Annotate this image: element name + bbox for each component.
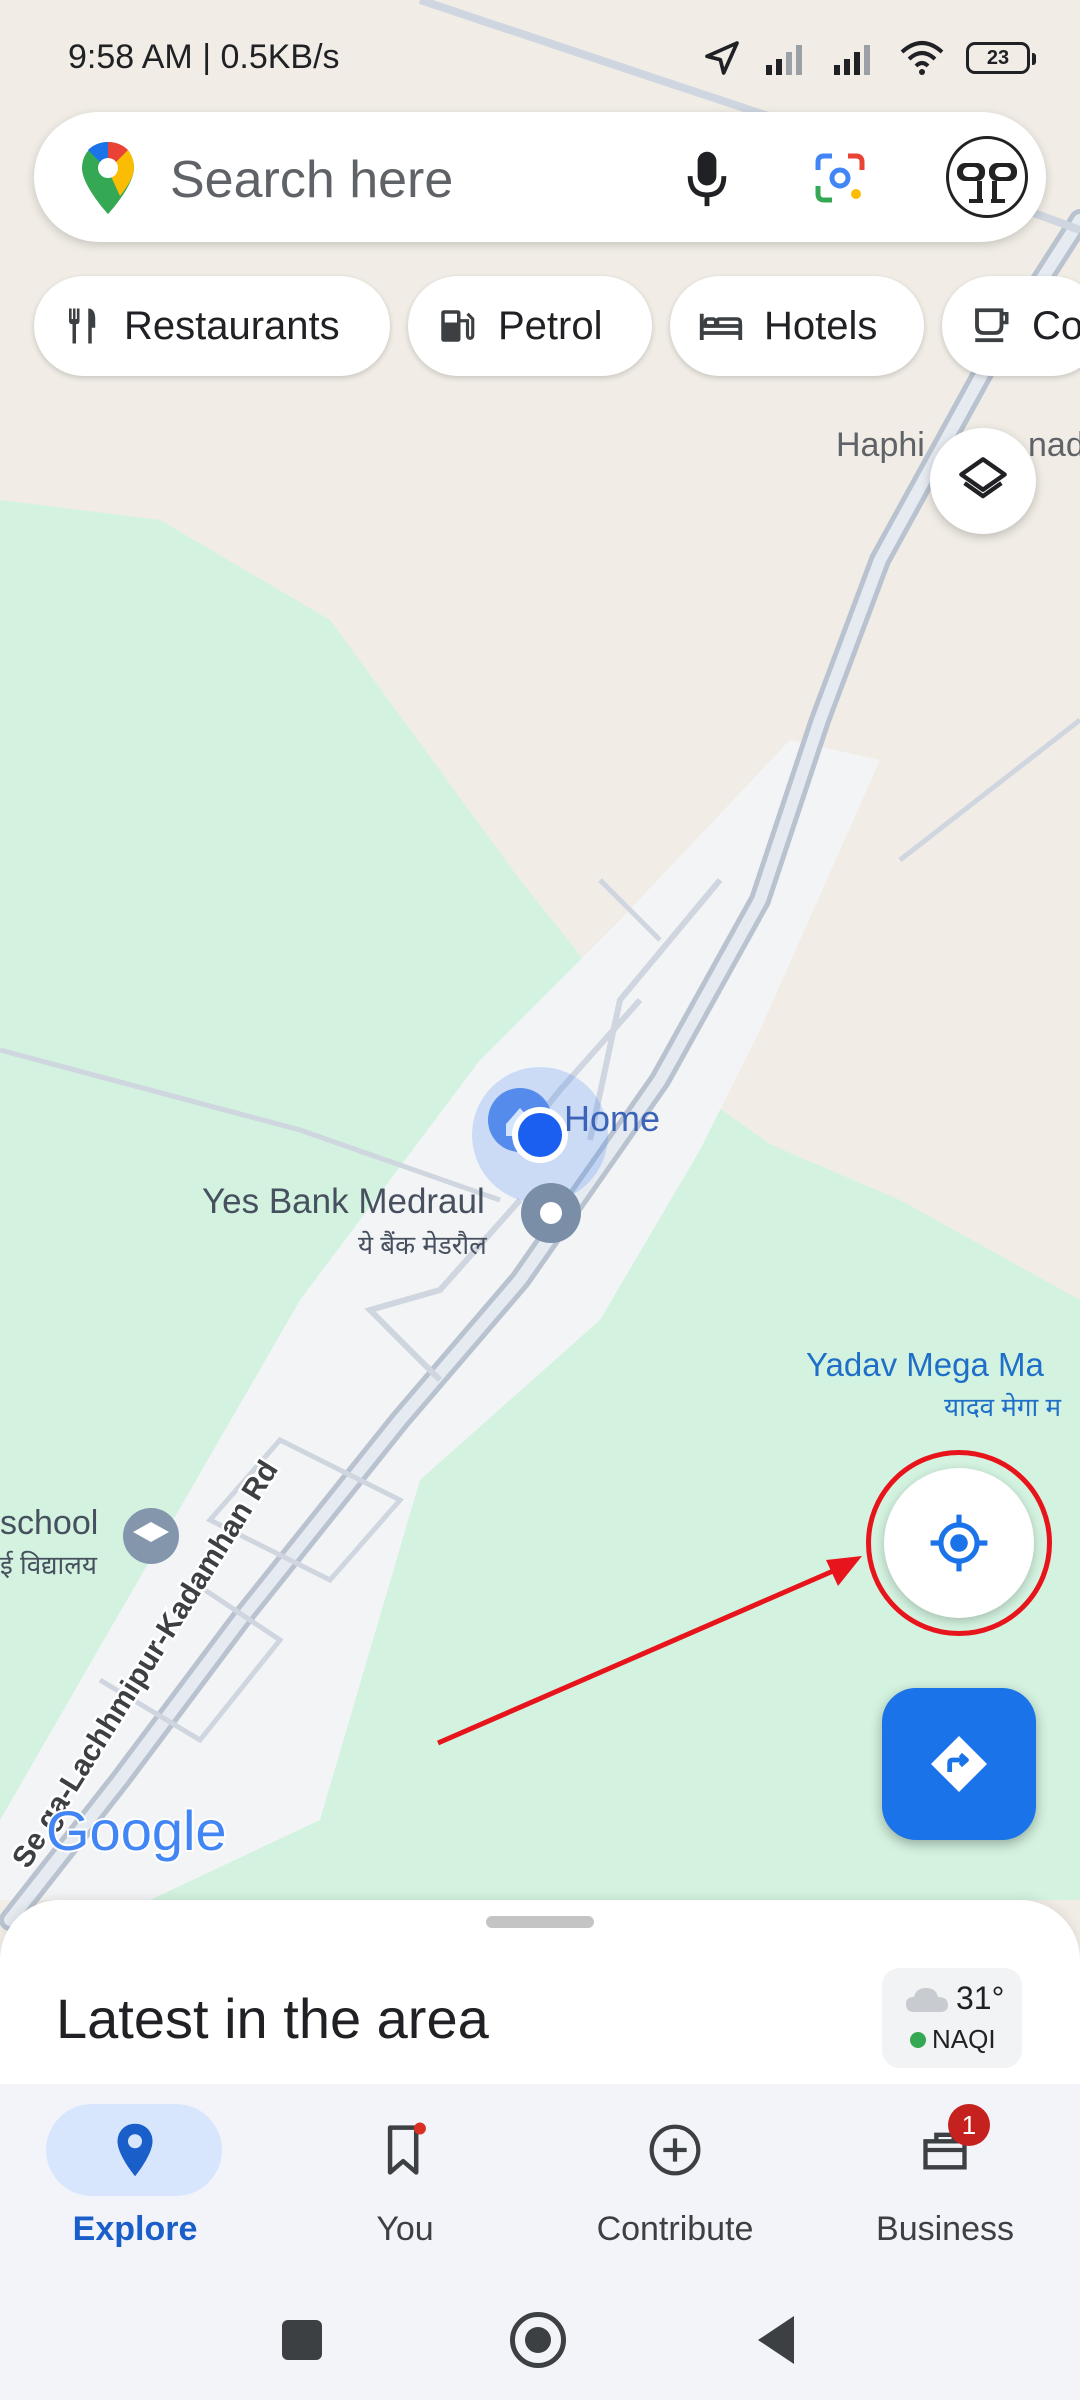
chip-hotels[interactable]: Hotels — [670, 276, 924, 376]
nav-label: Contribute — [596, 2210, 754, 2248]
home-button[interactable] — [510, 2312, 566, 2368]
layers-button[interactable] — [930, 428, 1036, 534]
nav-contribute[interactable]: Contribute — [540, 2084, 810, 2284]
nav-label: You — [376, 2210, 434, 2248]
map-label-school-hindi: ई विद्यालय — [0, 1550, 98, 1580]
nav-business[interactable]: 1 Business — [810, 2084, 1080, 2284]
map-label-bank[interactable]: Yes Bank Medraul — [202, 1182, 485, 1222]
chip-coffee[interactable]: Co — [942, 276, 1080, 376]
google-lens-icon[interactable] — [814, 152, 866, 204]
weather-chip[interactable]: 31° NAQI — [882, 1968, 1022, 2068]
directions-icon — [931, 1736, 987, 1792]
recents-button[interactable] — [282, 2320, 322, 2360]
back-button[interactable] — [754, 2314, 798, 2366]
search-bar[interactable]: Search here — [34, 112, 1046, 242]
chip-label: Restaurants — [124, 303, 340, 348]
crosshair-icon — [930, 1514, 988, 1572]
signal-icon-2 — [834, 45, 870, 75]
chip-petrol[interactable]: Petrol — [408, 276, 652, 376]
nav-explore[interactable]: Explore — [0, 2084, 270, 2284]
sheet-title: Latest in the area — [56, 1987, 489, 2050]
status-time: 9:58 AM | 0.5KB/s — [68, 38, 340, 76]
status-icons: 23 — [702, 36, 1036, 80]
fork-knife-icon — [69, 308, 96, 344]
profile-avatar[interactable] — [946, 136, 1028, 218]
gas-station-icon — [441, 310, 475, 342]
cloud-icon — [906, 1988, 948, 2012]
signal-icon — [766, 45, 802, 75]
sheet-drag-handle[interactable] — [486, 1916, 594, 1928]
bed-icon — [699, 313, 743, 340]
chip-restaurants[interactable]: Restaurants — [34, 276, 390, 376]
nav-label: Business — [876, 2210, 1014, 2248]
add-circle-icon — [649, 2124, 701, 2176]
directions-button[interactable] — [882, 1688, 1036, 1840]
map-label-home[interactable]: Home — [564, 1098, 660, 1140]
notification-badge: 1 — [948, 2104, 990, 2146]
system-navigation-bar — [0, 2284, 1080, 2400]
google-logo: Google — [46, 1799, 227, 1862]
location-arrow-icon — [705, 41, 739, 75]
bottom-navigation: Explore You Contribute 1 Business — [0, 2084, 1080, 2284]
search-input[interactable]: Search here — [170, 150, 453, 210]
chip-label: Hotels — [764, 303, 878, 348]
chip-label: Co — [1032, 303, 1080, 348]
weather-temperature: 31° — [956, 1980, 1005, 2016]
avatar-glasses-icon — [957, 163, 1017, 203]
my-location-button[interactable] — [884, 1468, 1034, 1618]
aqi-status-dot — [910, 2032, 926, 2048]
weather-aqi: NAQI — [932, 2024, 996, 2054]
map-label-school[interactable]: school — [0, 1504, 98, 1543]
nav-you[interactable]: You — [270, 2084, 540, 2284]
bookmark-icon — [387, 2122, 426, 2175]
map-label-yadav[interactable]: Yadav Mega Ma — [806, 1346, 1044, 1384]
map-label-yadav-hindi: यादव मेगा म — [944, 1392, 1061, 1422]
map-label-haphi[interactable]: Haphi — [836, 426, 925, 465]
battery-indicator: 23 — [966, 42, 1036, 74]
chip-label: Petrol — [498, 303, 603, 348]
layers-icon — [959, 457, 1007, 499]
map-label-bank-hindi: ये बैंक मेडरौल — [358, 1230, 487, 1260]
coffee-cup-icon — [975, 308, 1009, 343]
status-bar: 9:58 AM | 0.5KB/s 23 — [0, 0, 1080, 110]
map-pin-icon — [117, 2123, 153, 2177]
google-maps-logo-icon — [82, 142, 134, 214]
microphone-icon[interactable] — [684, 148, 730, 208]
map-label-haphi-tail: nad — [1028, 426, 1080, 464]
nav-label: Explore — [72, 2210, 198, 2248]
wifi-icon — [900, 41, 944, 75]
